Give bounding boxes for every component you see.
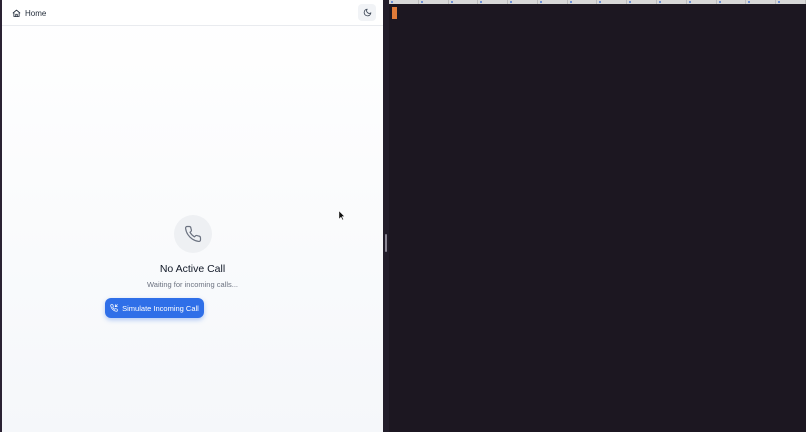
terminal-tab[interactable] [687, 0, 717, 4]
home-link[interactable]: Home [12, 6, 46, 20]
phone-avatar [173, 215, 212, 253]
call-status-subtitle: Waiting for incoming calls... [146, 280, 238, 289]
terminal-cursor [392, 7, 397, 19]
terminal-tab[interactable] [776, 0, 806, 4]
theme-toggle-button[interactable] [358, 4, 376, 21]
call-status-panel: No Active Call Waiting for incoming call… [2, 215, 383, 289]
terminal-tab[interactable] [449, 0, 479, 4]
terminal-tab[interactable] [389, 0, 419, 4]
terminal-tab[interactable] [508, 0, 538, 4]
pane-resize-handle[interactable] [385, 234, 387, 252]
mouse-cursor-icon [339, 211, 345, 220]
terminal-tab[interactable] [538, 0, 568, 4]
simulate-incoming-call-button[interactable]: Simulate Incoming Call [105, 298, 204, 318]
simulate-button-label: Simulate Incoming Call [122, 303, 199, 313]
terminal-tab[interactable] [627, 0, 658, 4]
home-label: Home [25, 8, 47, 18]
terminal-tab[interactable] [657, 0, 687, 4]
terminal-tab[interactable] [478, 0, 509, 4]
terminal-tab-strip [389, 0, 806, 4]
phone-icon [184, 225, 201, 243]
home-icon [12, 9, 21, 17]
phone-incoming-icon [110, 304, 118, 312]
terminal-tab[interactable] [746, 0, 777, 4]
app-pane: Home No Active Call Waiting for incoming… [0, 0, 383, 432]
moon-icon [363, 8, 371, 17]
terminal-tab[interactable] [717, 0, 747, 4]
terminal-tab[interactable] [419, 0, 449, 4]
call-status-title: No Active Call [159, 263, 226, 275]
top-bar: Home [2, 0, 383, 26]
terminal-tab[interactable] [597, 0, 628, 4]
terminal-tab[interactable] [568, 0, 598, 4]
terminal-pane[interactable] [389, 0, 806, 432]
